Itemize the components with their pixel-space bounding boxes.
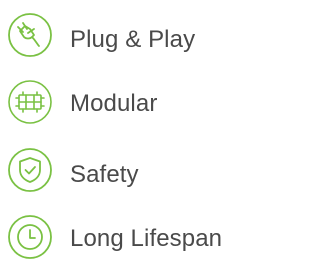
clock-icon bbox=[6, 213, 54, 261]
feature-item-safety: Safety bbox=[0, 140, 245, 200]
modular-icon bbox=[6, 78, 54, 126]
feature-label: Plug & Play bbox=[70, 26, 196, 53]
feature-item-modular: Modular bbox=[0, 72, 245, 132]
plug-icon bbox=[6, 11, 54, 59]
shield-icon bbox=[6, 146, 54, 194]
feature-item-long-lifespan: Long Lifespan bbox=[0, 207, 245, 267]
feature-list: Plug & Play Modular Safety Long Lifespan bbox=[0, 0, 245, 264]
feature-item-plug-and-play: Plug & Play bbox=[0, 6, 245, 66]
feature-label: Long Lifespan bbox=[70, 225, 223, 252]
feature-label: Modular bbox=[70, 90, 158, 117]
feature-label: Safety bbox=[70, 161, 139, 188]
